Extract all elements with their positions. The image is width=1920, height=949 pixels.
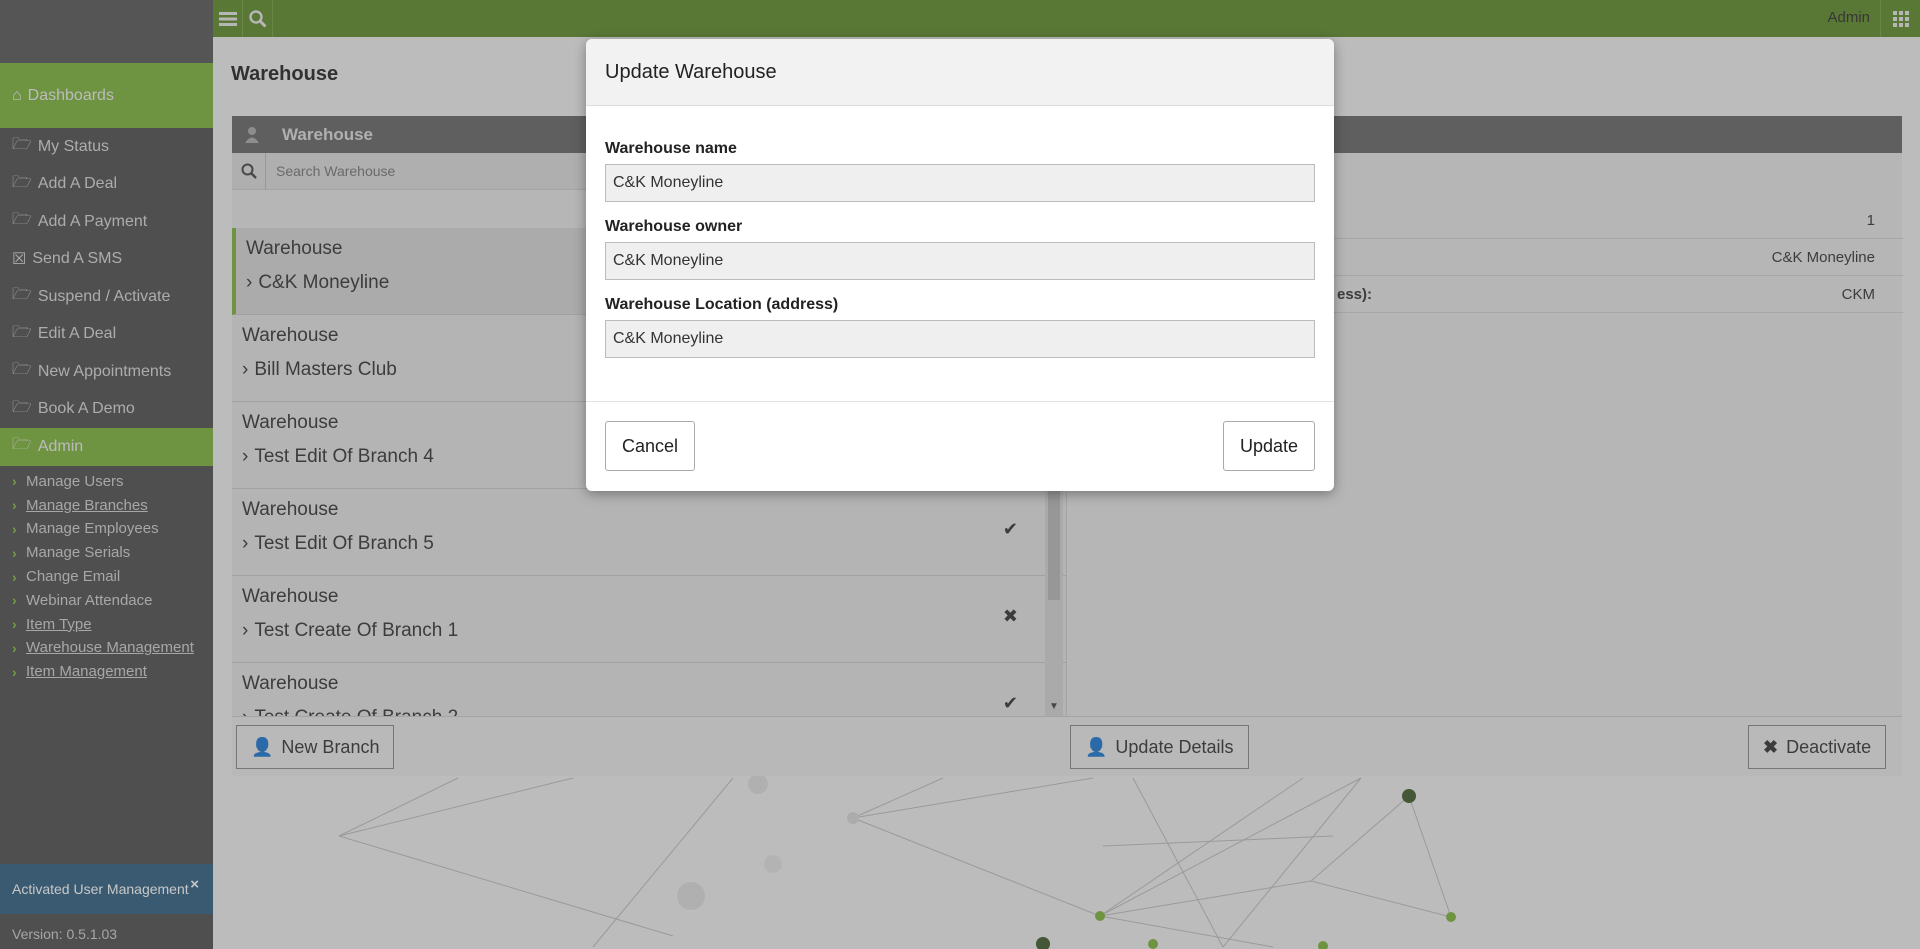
dialog-title: Update Warehouse [605,60,777,83]
dialog-header: Update Warehouse [586,39,1334,106]
warehouse-name-label: Warehouse name [605,140,737,157]
cancel-button[interactable]: Cancel [605,421,696,471]
warehouse-name-input[interactable] [605,164,1315,202]
warehouse-location-input[interactable] [605,320,1315,358]
dialog-body: Warehouse name Warehouse owner Warehouse… [586,106,1334,358]
dialog-footer: Cancel Update [586,401,1334,491]
warehouse-owner-input[interactable] [605,242,1315,280]
warehouse-location-label: Warehouse Location (address) [605,296,839,313]
update-button[interactable]: Update [1222,421,1315,471]
warehouse-owner-label: Warehouse owner [605,218,743,235]
update-warehouse-dialog: Update Warehouse Warehouse name Warehous… [586,39,1334,491]
